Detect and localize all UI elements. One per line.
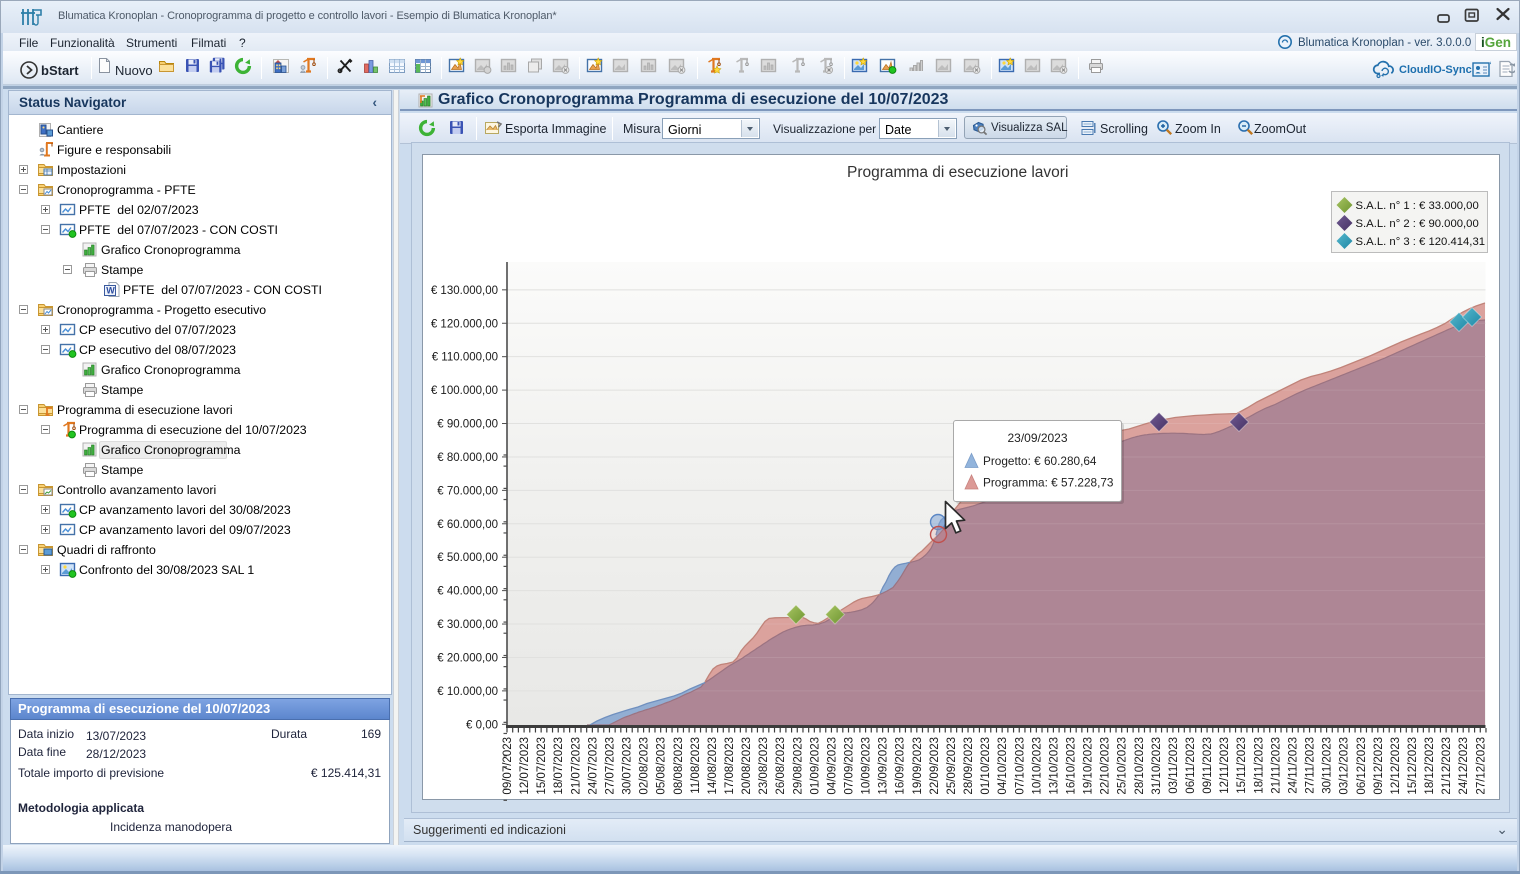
svg-text:€ 100.000,00: € 100.000,00 <box>431 385 498 397</box>
svg-text:08/08/2023: 08/08/2023 <box>673 737 685 795</box>
svg-text:€ 0,00: € 0,00 <box>466 719 498 731</box>
svg-text:15/07/2023: 15/07/2023 <box>536 737 548 795</box>
svg-text:€ 40.000,00: € 40.000,00 <box>437 586 498 598</box>
svg-text:S.A.L. n° 2 : € 90.000,00: S.A.L. n° 2 : € 90.000,00 <box>1356 218 1479 230</box>
svg-text:04/09/2023: 04/09/2023 <box>826 737 838 795</box>
svg-text:S.A.L. n° 1 : € 33.000,00: S.A.L. n° 1 : € 33.000,00 <box>1356 200 1479 212</box>
svg-text:Programma di esecuzione lavori: Programma di esecuzione lavori <box>847 164 1068 181</box>
svg-text:09/11/2023: 09/11/2023 <box>1202 737 1214 794</box>
svg-text:06/12/2023: 06/12/2023 <box>1356 737 1368 795</box>
svg-text:30/11/2023: 30/11/2023 <box>1322 737 1334 794</box>
svg-text:22/09/2023: 22/09/2023 <box>929 737 941 795</box>
svg-text:€ 20.000,00: € 20.000,00 <box>437 652 498 664</box>
svg-text:€ 30.000,00: € 30.000,00 <box>437 619 498 631</box>
svg-text:12/11/2023: 12/11/2023 <box>1219 737 1231 794</box>
svg-text:23/09/2023: 23/09/2023 <box>1007 431 1067 445</box>
svg-text:07/10/2023: 07/10/2023 <box>1014 737 1026 795</box>
svg-text:19/10/2023: 19/10/2023 <box>1083 737 1095 795</box>
svg-text:€ 70.000,00: € 70.000,00 <box>437 485 498 497</box>
svg-text:€ 120.000,00: € 120.000,00 <box>431 318 498 330</box>
svg-text:18/07/2023: 18/07/2023 <box>553 737 565 795</box>
svg-text:25/09/2023: 25/09/2023 <box>946 737 958 795</box>
svg-text:13/10/2023: 13/10/2023 <box>1048 737 1060 795</box>
svg-text:29/08/2023: 29/08/2023 <box>792 737 804 795</box>
svg-text:24/07/2023: 24/07/2023 <box>587 737 599 795</box>
svg-text:16/10/2023: 16/10/2023 <box>1065 737 1077 795</box>
svg-text:11/08/2023: 11/08/2023 <box>690 737 702 794</box>
svg-text:€ 50.000,00: € 50.000,00 <box>437 552 498 564</box>
svg-text:27/07/2023: 27/07/2023 <box>604 737 616 795</box>
svg-text:05/08/2023: 05/08/2023 <box>656 737 668 795</box>
svg-text:€ 110.000,00: € 110.000,00 <box>432 352 498 364</box>
svg-text:15/12/2023: 15/12/2023 <box>1407 737 1419 795</box>
svg-text:31/10/2023: 31/10/2023 <box>1151 737 1163 795</box>
svg-text:20/08/2023: 20/08/2023 <box>741 737 753 795</box>
svg-text:03/11/2023: 03/11/2023 <box>1168 737 1180 794</box>
svg-text:02/08/2023: 02/08/2023 <box>639 737 651 795</box>
svg-text:12/12/2023: 12/12/2023 <box>1390 737 1402 795</box>
svg-text:14/08/2023: 14/08/2023 <box>707 737 719 795</box>
svg-text:€ 90.000,00: € 90.000,00 <box>437 419 498 431</box>
svg-text:19/09/2023: 19/09/2023 <box>912 737 924 795</box>
svg-text:€ 60.000,00: € 60.000,00 <box>437 519 498 531</box>
svg-text:18/11/2023: 18/11/2023 <box>1253 737 1265 794</box>
svg-text:15/11/2023: 15/11/2023 <box>1236 737 1248 794</box>
svg-text:28/10/2023: 28/10/2023 <box>1134 737 1146 795</box>
svg-text:10/09/2023: 10/09/2023 <box>861 737 873 795</box>
svg-text:27/12/2023: 27/12/2023 <box>1475 737 1487 795</box>
svg-text:04/10/2023: 04/10/2023 <box>997 737 1009 795</box>
svg-text:03/12/2023: 03/12/2023 <box>1339 737 1351 795</box>
svg-text:12/07/2023: 12/07/2023 <box>519 737 531 795</box>
svg-text:07/09/2023: 07/09/2023 <box>844 737 856 795</box>
svg-text:09/12/2023: 09/12/2023 <box>1373 737 1385 795</box>
svg-text:Programma: € 57.228,73: Programma: € 57.228,73 <box>983 476 1114 490</box>
svg-text:06/11/2023: 06/11/2023 <box>1185 737 1197 794</box>
svg-text:24/11/2023: 24/11/2023 <box>1287 737 1299 794</box>
svg-text:€ 80.000,00: € 80.000,00 <box>437 452 498 464</box>
svg-text:21/12/2023: 21/12/2023 <box>1441 737 1453 795</box>
svg-text:01/10/2023: 01/10/2023 <box>980 737 992 795</box>
svg-text:Progetto: € 60.280,64: Progetto: € 60.280,64 <box>983 454 1097 468</box>
svg-text:W: W <box>106 286 115 296</box>
svg-text:S.A.L. n° 3 : € 120.414,31: S.A.L. n° 3 : € 120.414,31 <box>1356 236 1486 248</box>
svg-text:€ 130.000,00: € 130.000,00 <box>431 285 498 297</box>
svg-text:30/07/2023: 30/07/2023 <box>622 737 634 795</box>
svg-text:23/08/2023: 23/08/2023 <box>758 737 770 795</box>
svg-text:18/12/2023: 18/12/2023 <box>1424 737 1436 795</box>
svg-text:€ 10.000,00: € 10.000,00 <box>437 686 498 698</box>
svg-text:21/11/2023: 21/11/2023 <box>1270 737 1282 794</box>
svg-text:16/09/2023: 16/09/2023 <box>895 737 907 795</box>
svg-text:21/07/2023: 21/07/2023 <box>570 737 582 795</box>
svg-text:17/08/2023: 17/08/2023 <box>724 737 736 795</box>
svg-text:25/10/2023: 25/10/2023 <box>1117 737 1129 795</box>
svg-text:27/11/2023: 27/11/2023 <box>1305 737 1317 794</box>
svg-text:09/07/2023: 09/07/2023 <box>502 737 514 795</box>
svg-text:26/08/2023: 26/08/2023 <box>775 737 787 795</box>
svg-text:22/10/2023: 22/10/2023 <box>1100 737 1112 795</box>
svg-text:24/12/2023: 24/12/2023 <box>1458 737 1470 795</box>
svg-text:01/09/2023: 01/09/2023 <box>809 737 821 795</box>
svg-text:13/09/2023: 13/09/2023 <box>878 737 890 795</box>
svg-text:10/10/2023: 10/10/2023 <box>1031 737 1043 795</box>
svg-text:28/09/2023: 28/09/2023 <box>963 737 975 795</box>
